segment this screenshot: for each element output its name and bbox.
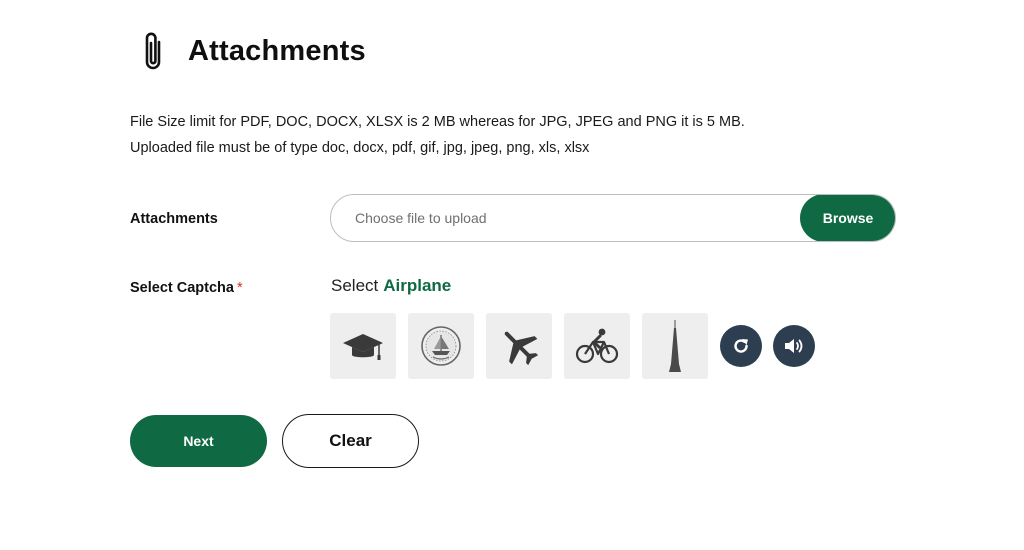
page-title: Attachments — [188, 34, 366, 67]
emblem-icon — [421, 326, 461, 366]
airplane-icon — [504, 331, 539, 366]
tower-icon — [669, 320, 681, 372]
required-mark: * — [236, 280, 243, 296]
captcha-option-tower[interactable] — [642, 313, 708, 379]
file-upload-field[interactable]: Choose file to upload Browse — [330, 194, 896, 242]
page-header: Attachments — [138, 28, 366, 74]
file-upload-placeholder[interactable]: Choose file to upload — [355, 210, 487, 226]
speaker-icon — [785, 339, 803, 353]
captcha-options — [330, 313, 826, 379]
attachments-label: Attachments — [130, 211, 218, 227]
upload-info: File Size limit for PDF, DOC, DOCX, XLSX… — [130, 109, 745, 161]
attachments-page: Attachments File Size limit for PDF, DOC… — [0, 0, 1024, 550]
captcha-label: Select Captcha * — [130, 280, 243, 296]
graduation-cap-icon — [343, 334, 383, 360]
cyclist-icon — [575, 328, 619, 364]
paperclip-icon — [145, 32, 161, 70]
captcha-option-cyclist[interactable] — [564, 313, 630, 379]
captcha-prompt-text: Select — [331, 276, 379, 295]
captcha-target: Airplane — [383, 276, 452, 295]
size-limit-text: File Size limit for PDF, DOC, DOCX, XLSX… — [130, 114, 745, 130]
next-button[interactable]: Next — [130, 415, 267, 467]
captcha-label-text: Select Captcha — [130, 280, 234, 296]
captcha-option-emblem[interactable] — [408, 313, 474, 379]
file-types-text: Uploaded file must be of type doc, docx,… — [130, 140, 590, 156]
captcha-prompt: Select Airplane — [331, 276, 451, 296]
captcha-option-graduation-cap[interactable] — [330, 313, 396, 379]
captcha-refresh-button[interactable] — [720, 325, 762, 367]
captcha-audio-button[interactable] — [773, 325, 815, 367]
browse-button[interactable]: Browse — [800, 195, 895, 241]
refresh-icon — [734, 339, 748, 353]
captcha-option-airplane[interactable] — [486, 313, 552, 379]
clear-button[interactable]: Clear — [282, 414, 419, 468]
